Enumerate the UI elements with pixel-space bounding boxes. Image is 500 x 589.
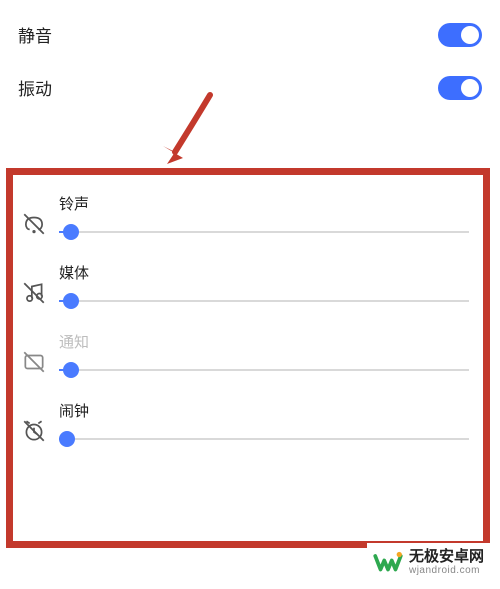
ringtone-label: 铃声 bbox=[59, 193, 469, 214]
watermark-url: wjandroid.com bbox=[409, 565, 484, 577]
watermark-brand: 无极安卓网 bbox=[409, 548, 484, 565]
watermark-logo-icon bbox=[373, 547, 403, 577]
ringtone-volume-row: 铃声 bbox=[21, 185, 469, 254]
alarm-label: 闹钟 bbox=[59, 400, 469, 421]
media-volume-row: 媒体 bbox=[21, 254, 469, 323]
volume-highlight-box: 铃声 媒体 通知 bbox=[6, 168, 490, 548]
notification-slider[interactable] bbox=[59, 362, 469, 378]
notification-label: 通知 bbox=[59, 331, 469, 352]
alarm-volume-row: 闹钟 bbox=[21, 392, 469, 461]
media-label: 媒体 bbox=[59, 262, 469, 283]
mute-setting-row: 静音 bbox=[18, 8, 482, 61]
vibrate-label: 振动 bbox=[18, 75, 52, 100]
vibrate-toggle[interactable] bbox=[438, 76, 482, 100]
note-off-icon bbox=[21, 280, 47, 306]
alarm-slider[interactable] bbox=[59, 431, 469, 447]
bell-off-icon bbox=[21, 211, 47, 237]
clock-off-icon bbox=[21, 418, 47, 444]
ringtone-slider[interactable] bbox=[59, 224, 469, 240]
mute-label: 静音 bbox=[18, 22, 52, 47]
vibrate-setting-row: 振动 bbox=[18, 61, 482, 114]
mute-toggle[interactable] bbox=[438, 23, 482, 47]
media-slider[interactable] bbox=[59, 293, 469, 309]
notification-volume-row: 通知 bbox=[21, 323, 469, 392]
watermark: 无极安卓网 wjandroid.com bbox=[367, 543, 490, 581]
message-off-icon bbox=[21, 349, 47, 375]
